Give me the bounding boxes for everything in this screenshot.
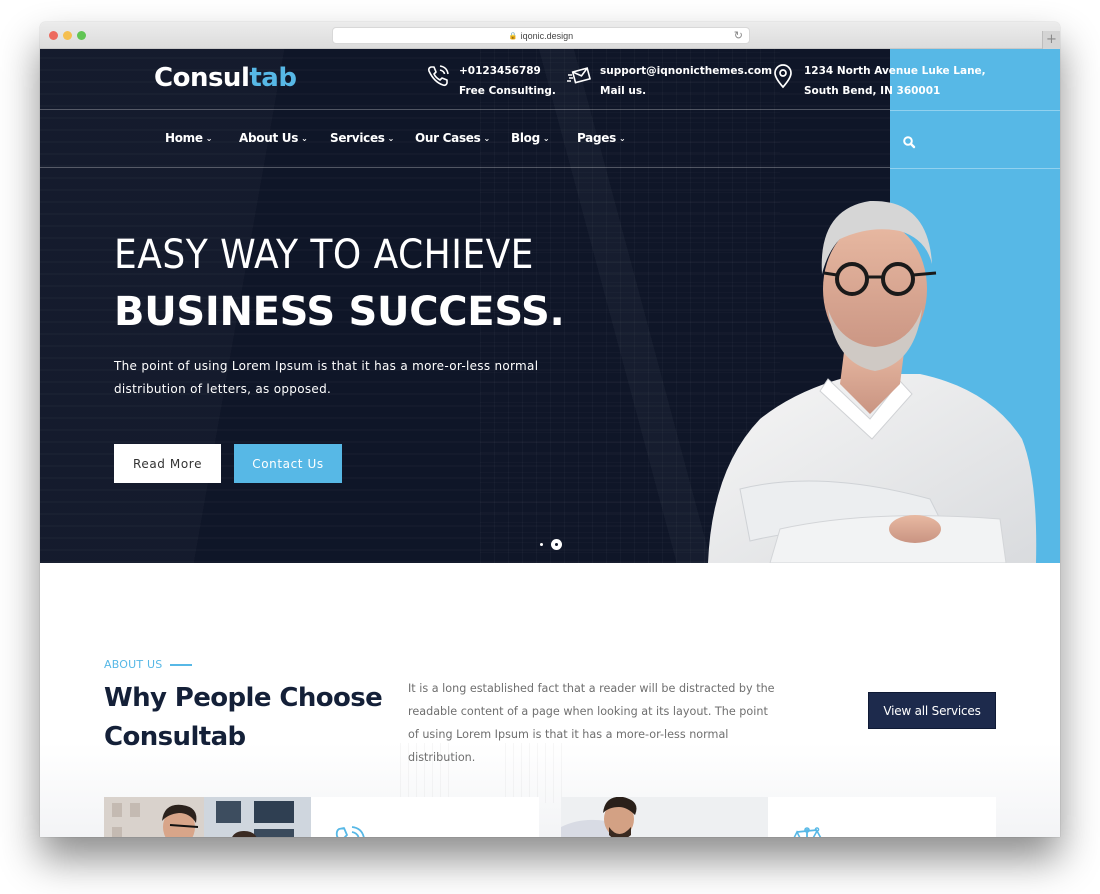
minimize-window-button[interactable] (63, 31, 72, 40)
header-divider (890, 110, 1060, 111)
nav-label: About Us (239, 131, 299, 145)
chevron-down-icon: ⌄ (205, 134, 213, 143)
phone-icon (335, 826, 365, 837)
about-section: ABOUT US Why People Choose Consultab It … (40, 563, 1060, 837)
slide-dot-1[interactable] (540, 543, 543, 546)
nav-label: Home (165, 131, 203, 145)
logo-accent-text: tab (249, 63, 297, 93)
hero-paragraph: The point of using Lorem Ipsum is that i… (114, 359, 539, 396)
location-pin-icon (774, 64, 792, 89)
address-line-2: South Bend, IN 360001 (804, 85, 941, 97)
chevron-down-icon: ⌄ (542, 134, 550, 143)
nav-label: Services (330, 131, 385, 145)
nav-item-services[interactable]: Services ⌄ (330, 131, 394, 145)
nav-item-about-us[interactable]: About Us ⌄ (239, 131, 308, 145)
read-more-button[interactable]: Read More (114, 444, 221, 483)
site-logo[interactable]: Consultab (154, 63, 297, 93)
browser-window: 🔒 iqonic.design ↻ + Consultab +012345678… (40, 22, 1060, 837)
service-card-body[interactable] (768, 797, 996, 837)
phone-caption: Free Consulting. (459, 85, 556, 97)
maximize-window-button[interactable] (77, 31, 86, 40)
contact-us-button[interactable]: Contact Us (234, 444, 342, 483)
lock-icon: 🔒 (508, 32, 518, 40)
url-text: iqonic.design (520, 30, 574, 41)
browser-toolbar: 🔒 iqonic.design ↻ + (40, 22, 1060, 49)
chevron-down-icon: ⌄ (483, 134, 490, 143)
hero-title-light: EASY WAY TO ACHIEVE (114, 232, 534, 278)
nav-item-pages[interactable]: Pages ⌄ (577, 131, 626, 145)
view-all-services-button[interactable]: View all Services (868, 692, 996, 729)
nav-item-blog[interactable]: Blog ⌄ (511, 131, 550, 145)
nav-item-our-cases[interactable]: Our Cases ⌄ (415, 131, 490, 145)
mail-icon (567, 67, 592, 84)
reload-icon[interactable]: ↻ (734, 29, 743, 42)
about-kicker: ABOUT US (104, 658, 193, 671)
scales-icon (793, 827, 822, 837)
about-description: It is a long established fact that a rea… (408, 682, 775, 764)
service-card-body[interactable] (311, 797, 539, 837)
top-header: Consultab +0123456789 Free Consulting. s… (40, 49, 986, 110)
hero-portrait-image (708, 200, 1037, 563)
email-address: support@iqnonicthemes.com (600, 65, 773, 77)
search-icon[interactable] (902, 135, 916, 149)
main-navigation: Home ⌄ About Us ⌄ Services ⌄ Our Cases ⌄ Blo… (40, 111, 890, 168)
hero-section: Consultab +0123456789 Free Consulting. s… (40, 49, 1060, 563)
logo-main-text: Consul (154, 63, 250, 93)
address-line-1: 1234 North Avenue Luke Lane, (804, 65, 986, 77)
phone-icon (427, 65, 449, 87)
address-bar[interactable]: 🔒 iqonic.design ↻ (332, 27, 750, 44)
nav-label: Blog (511, 131, 540, 145)
kicker-text: ABOUT US (104, 658, 163, 671)
about-title: Why People Choose Consultab (104, 683, 383, 752)
hero-title-bold: BUSINESS SUCCESS. (114, 289, 565, 335)
web-page: Consultab +0123456789 Free Consulting. s… (40, 49, 1060, 837)
service-card-image[interactable] (561, 797, 768, 837)
kicker-line (170, 663, 193, 666)
phone-number: +0123456789 (459, 65, 541, 77)
nav-label: Our Cases (415, 131, 481, 145)
email-caption: Mail us. (600, 85, 647, 97)
contact-address[interactable]: 1234 North Avenue Luke Lane, South Bend,… (770, 61, 986, 101)
contact-email[interactable]: support@iqnonicthemes.com Mail us. (566, 61, 772, 101)
nav-item-home[interactable]: Home ⌄ (165, 131, 212, 145)
nav-label: Pages (577, 131, 616, 145)
chevron-down-icon: ⌄ (301, 134, 308, 143)
new-tab-button[interactable]: + (1042, 31, 1060, 49)
contact-phone[interactable]: +0123456789 Free Consulting. (425, 61, 556, 101)
service-card-image[interactable] (104, 797, 311, 837)
close-window-button[interactable] (49, 31, 58, 40)
chevron-down-icon: ⌄ (387, 134, 395, 143)
slide-dot-2-active[interactable] (551, 539, 562, 550)
chevron-down-icon: ⌄ (618, 134, 626, 143)
